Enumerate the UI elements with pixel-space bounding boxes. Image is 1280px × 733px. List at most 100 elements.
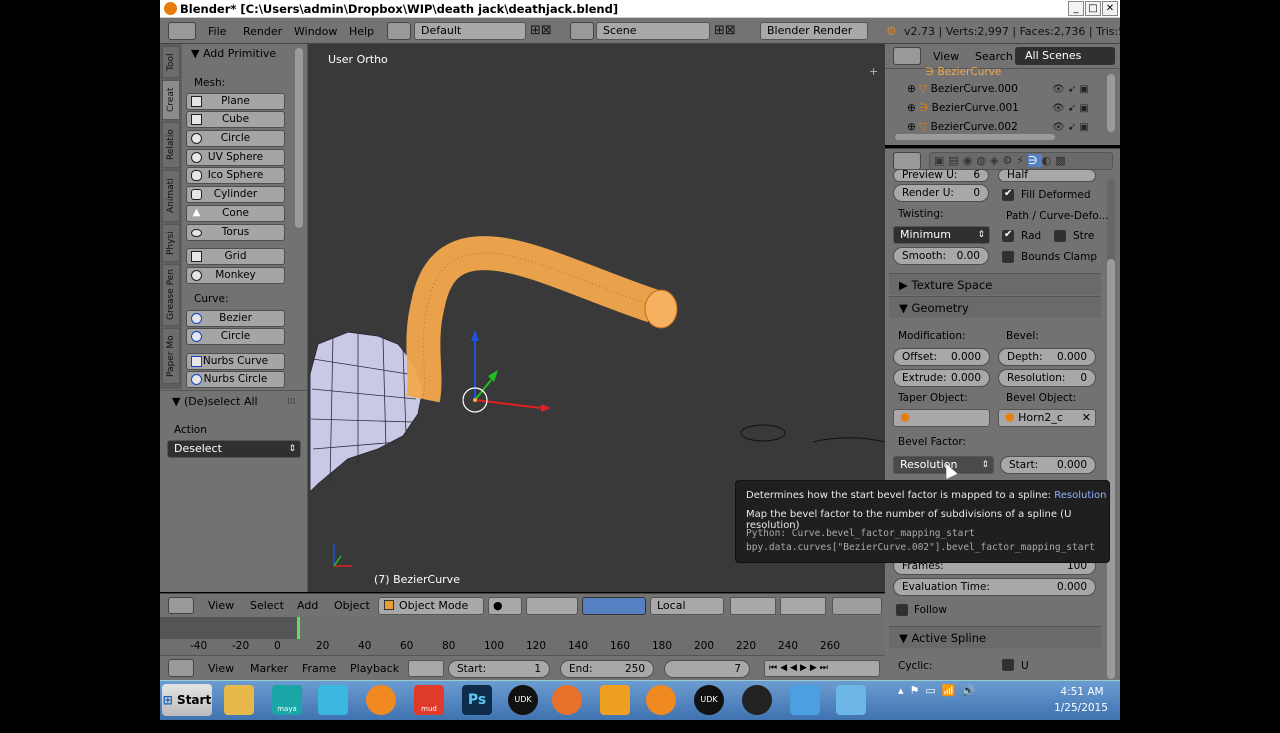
menu-view[interactable]: View bbox=[208, 599, 234, 612]
playback-controls[interactable]: ⏮◀◀▶▶⏭ bbox=[764, 660, 880, 677]
panel-drag-icon[interactable]: ⁞⁞⁞ bbox=[287, 397, 296, 407]
outliner-item-beziercurve-001[interactable]: ⊕ ∋ BezierCurve.001 bbox=[907, 102, 1019, 114]
gizmo-z-arrow-icon[interactable] bbox=[471, 330, 479, 341]
viewport-expand-icon[interactable]: + bbox=[869, 65, 878, 78]
add-bezier-button[interactable]: Bezier bbox=[186, 310, 285, 327]
menu-help[interactable]: Help bbox=[349, 25, 374, 38]
current-frame-marker[interactable] bbox=[297, 617, 300, 639]
add-monkey-button[interactable]: Monkey bbox=[186, 267, 285, 284]
properties-context-tabs[interactable]: ▣▤◉◍◈⚙⚡∋◐▩ bbox=[929, 152, 1113, 170]
close-button[interactable]: ✕ bbox=[1102, 1, 1118, 16]
add-grid-button[interactable]: Grid bbox=[186, 248, 285, 265]
gizmo-y-axis[interactable] bbox=[474, 379, 492, 401]
render-engine-selector[interactable]: Blender Render bbox=[760, 22, 868, 40]
deselect-all-header[interactable]: ▼ (De)select All bbox=[172, 395, 258, 408]
menu-add[interactable]: Add bbox=[297, 599, 318, 612]
maximize-button[interactable]: □ bbox=[1085, 1, 1101, 16]
smooth-field[interactable]: Smooth: 0.00 bbox=[893, 247, 989, 265]
action-dropdown[interactable]: Deselect ⇕ bbox=[167, 440, 301, 458]
geometry-panel-header[interactable]: ▼ Geometry bbox=[889, 296, 1101, 318]
add-nurbs-curve-button[interactable]: Nurbs Curve bbox=[186, 353, 285, 370]
photoshop-icon[interactable]: Ps bbox=[462, 685, 492, 715]
other-curve-circle[interactable] bbox=[740, 424, 786, 442]
outliner-item-beziercurve[interactable]: ∋ BezierCurve bbox=[925, 66, 1001, 78]
start-button[interactable]: ⊞ Start bbox=[162, 684, 212, 716]
follow-checkbox[interactable] bbox=[896, 604, 908, 616]
current-frame-field[interactable]: 7 bbox=[664, 660, 750, 678]
tab-paper-model[interactable]: Paper Mo bbox=[162, 328, 180, 384]
taper-object-field[interactable]: ⬢ bbox=[893, 409, 990, 427]
add-cone-button[interactable]: ▲ Cone bbox=[186, 205, 285, 222]
layer-buttons-1[interactable] bbox=[730, 597, 776, 615]
active-spline-panel-header[interactable]: ▼ Active Spline bbox=[889, 626, 1101, 648]
blender-icon[interactable] bbox=[366, 685, 396, 715]
extrude-field[interactable]: Extrude: 0.000 bbox=[893, 369, 990, 387]
other-curve-line[interactable] bbox=[812, 437, 885, 443]
add-curve-circle-button[interactable]: Circle bbox=[186, 328, 285, 345]
tool-shelf-scrollbar[interactable] bbox=[295, 48, 303, 228]
blender-active-icon[interactable] bbox=[646, 685, 676, 715]
tab-create[interactable]: Creat bbox=[162, 80, 180, 120]
firefox-icon[interactable] bbox=[552, 685, 582, 715]
editor-type-icon[interactable] bbox=[168, 659, 194, 677]
bevel-object-field[interactable]: ⬢ Horn2_c ✕ bbox=[998, 409, 1096, 427]
shading-selector[interactable]: ● bbox=[488, 597, 522, 615]
menu-marker[interactable]: Marker bbox=[250, 662, 288, 675]
menu-view[interactable]: View bbox=[933, 50, 959, 63]
scene-icon[interactable] bbox=[570, 22, 594, 40]
editor-type-icon[interactable] bbox=[893, 47, 921, 65]
add-plane-button[interactable]: Plane bbox=[186, 93, 285, 110]
clock-date[interactable]: 1/25/2015 bbox=[1046, 702, 1116, 714]
add-cube-button[interactable]: Cube bbox=[186, 111, 285, 128]
outliner-item-beziercurve-000[interactable]: ⊕ ▽ BezierCurve.000 bbox=[907, 83, 1018, 95]
outliner-scrollbar[interactable] bbox=[1107, 74, 1115, 132]
bounds-clamp-checkbox[interactable] bbox=[1002, 251, 1014, 263]
inkscape-icon[interactable] bbox=[742, 685, 772, 715]
menu-file[interactable]: File bbox=[208, 25, 226, 38]
depth-field[interactable]: Depth: 0.000 bbox=[998, 348, 1096, 366]
stretch-checkbox[interactable] bbox=[1054, 230, 1066, 242]
menu-select[interactable]: Select bbox=[250, 599, 284, 612]
app-triangle-icon[interactable] bbox=[318, 685, 348, 715]
fill-mode-dropdown[interactable]: Half bbox=[998, 169, 1096, 182]
system-tray-icons[interactable]: ▴⚑▭📶🔊 bbox=[898, 684, 998, 716]
preview-u-field[interactable]: Preview U: 6 bbox=[893, 169, 989, 182]
media-player-icon[interactable] bbox=[600, 685, 630, 715]
explorer-icon[interactable] bbox=[224, 685, 254, 715]
menu-search[interactable]: Search bbox=[975, 50, 1013, 63]
transform-orientation[interactable]: Local bbox=[650, 597, 724, 615]
add-torus-button[interactable]: Torus bbox=[186, 224, 285, 241]
bezier-curve-tube[interactable] bbox=[406, 236, 659, 403]
outliner-item-beziercurve-002[interactable]: ⊕ ▽ BezierCurve.002 bbox=[907, 121, 1018, 133]
mode-selector[interactable]: Object Mode bbox=[378, 597, 484, 615]
scene-selector[interactable]: Scene bbox=[596, 22, 710, 40]
visibility-icons[interactable]: 👁 ➹ ▣ bbox=[1052, 122, 1089, 133]
udk-icon[interactable]: UDK bbox=[508, 685, 538, 715]
udk-2-icon[interactable]: UDK bbox=[694, 685, 724, 715]
add-uv-sphere-button[interactable]: UV Sphere bbox=[186, 149, 285, 166]
menu-playback[interactable]: Playback bbox=[350, 662, 399, 675]
texture-space-panel-header[interactable]: ▶ Texture Space bbox=[889, 273, 1101, 295]
outliner-filter[interactable]: All Scenes bbox=[1015, 47, 1115, 65]
manipulator-buttons[interactable] bbox=[582, 597, 646, 615]
render-preview-icons[interactable] bbox=[832, 597, 882, 615]
fill-deformed-checkbox[interactable] bbox=[1002, 188, 1014, 201]
bevel-factor-start-field[interactable]: Start: 0.000 bbox=[1000, 456, 1096, 474]
menu-window[interactable]: Window bbox=[294, 25, 337, 38]
gizmo-x-arrow-icon[interactable] bbox=[541, 404, 551, 412]
radius-checkbox[interactable] bbox=[1002, 229, 1014, 242]
tab-relations[interactable]: Relatio bbox=[162, 122, 180, 168]
layout-icon[interactable] bbox=[387, 22, 411, 40]
twisting-dropdown[interactable]: Minimum ⇕ bbox=[893, 226, 990, 244]
clock-time[interactable]: 4:51 AM bbox=[1052, 686, 1112, 698]
pivot-icons[interactable] bbox=[526, 597, 578, 615]
add-primitive-header[interactable]: ▼ Add Primitive bbox=[191, 47, 276, 60]
menu-render[interactable]: Render bbox=[243, 25, 282, 38]
start-frame-field[interactable]: Start: 1 bbox=[448, 660, 550, 678]
properties-scrollbar[interactable] bbox=[1107, 259, 1115, 679]
add-ico-sphere-button[interactable]: Ico Sphere bbox=[186, 167, 285, 184]
gizmo-y-arrow-icon[interactable] bbox=[488, 370, 498, 382]
tab-tool[interactable]: Tool bbox=[162, 46, 180, 78]
picture-viewer-icon[interactable] bbox=[790, 685, 820, 715]
mudbox-icon[interactable]: mud bbox=[414, 685, 444, 715]
